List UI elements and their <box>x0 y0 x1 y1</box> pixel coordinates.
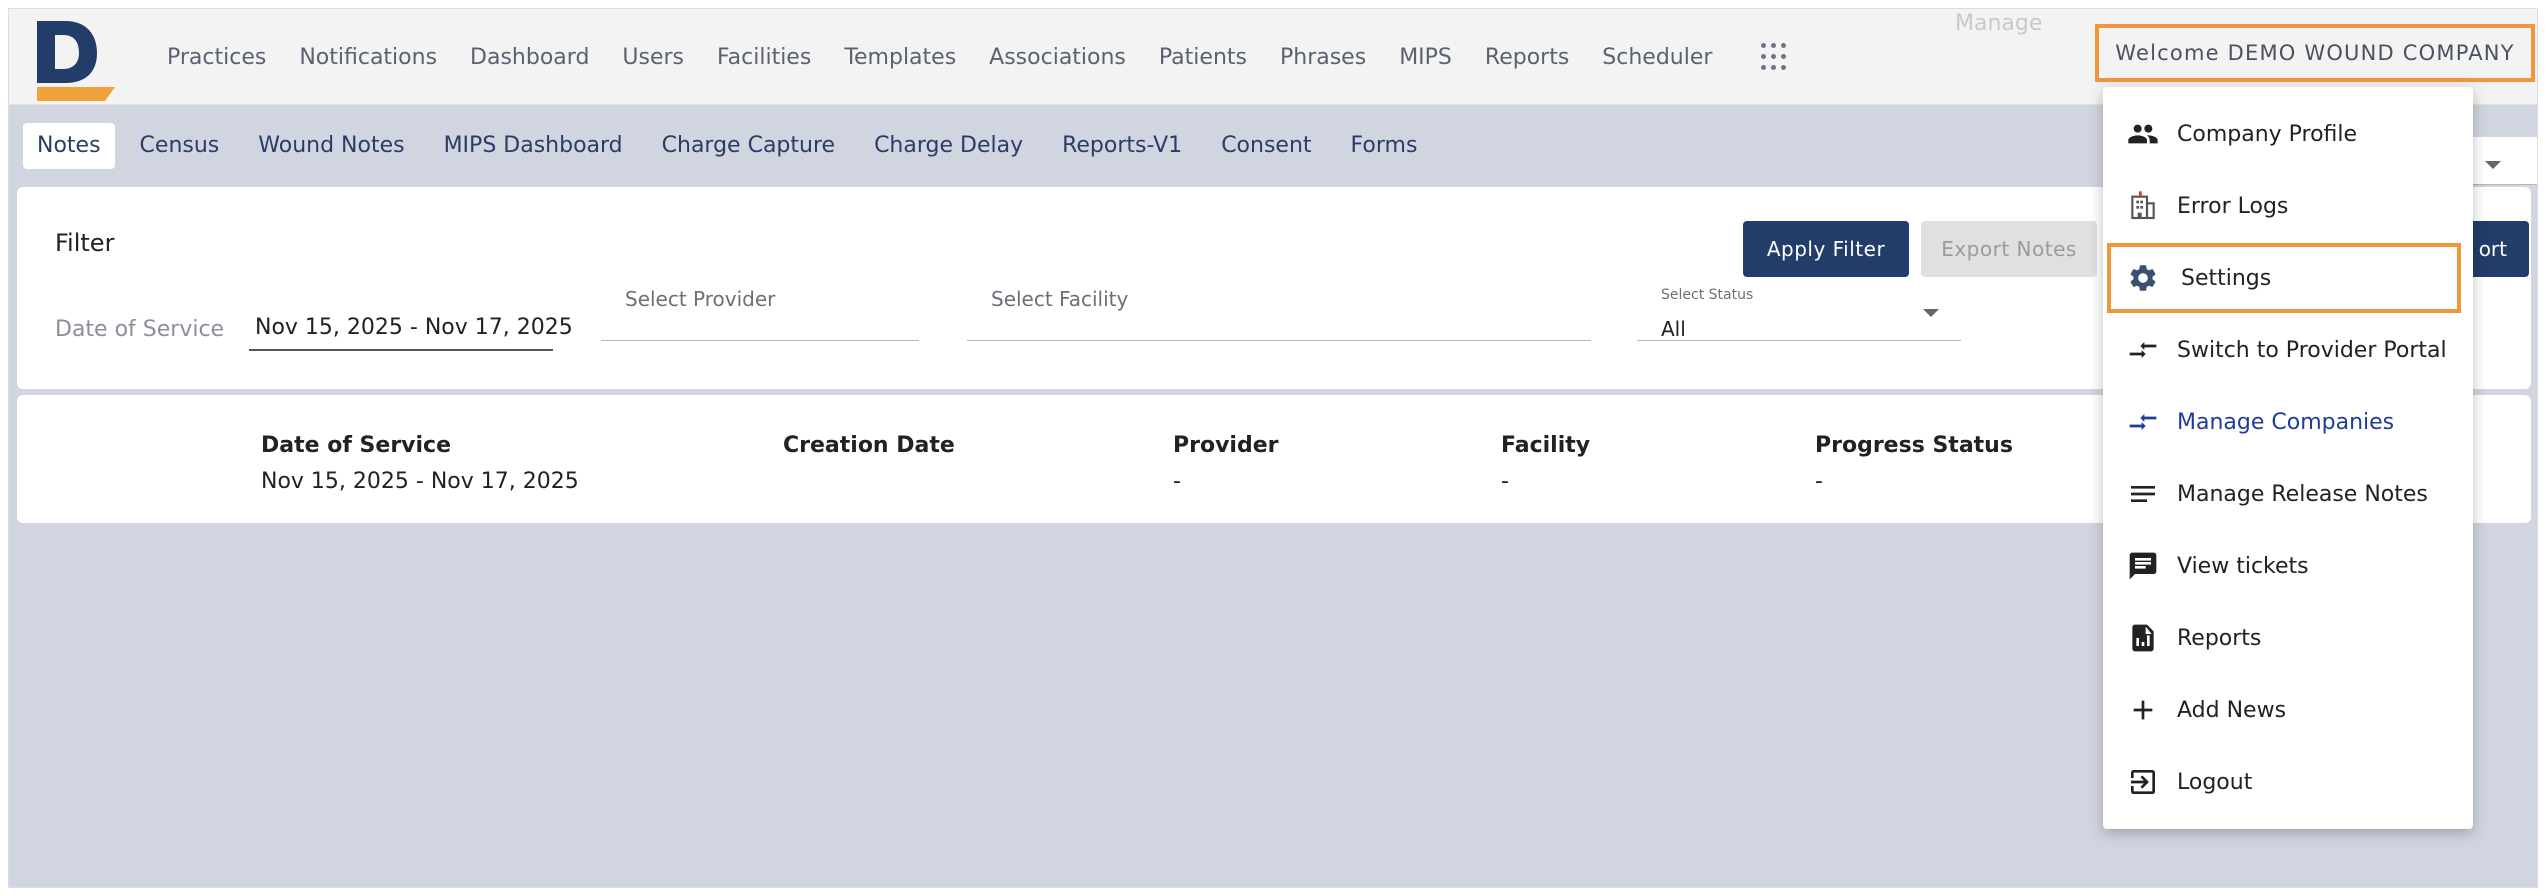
menu-item-reports[interactable]: Reports <box>2103 607 2473 669</box>
menu-item-label: Reports <box>2177 625 2262 651</box>
col-header-facility: Facility <box>1501 433 1591 458</box>
nav-dashboard[interactable]: Dashboard <box>470 45 589 70</box>
cell-date-of-service: Nov 15, 2025 - Nov 17, 2025 <box>261 469 579 494</box>
notes-lines-icon <box>2127 478 2159 510</box>
date-of-service-label: Date of Service <box>55 317 225 342</box>
chat-bubble-icon <box>2127 550 2159 582</box>
report-document-icon <box>2127 622 2159 654</box>
company-logo[interactable] <box>31 21 115 101</box>
people-icon <box>2127 118 2159 150</box>
apps-grid-icon[interactable] <box>1761 43 1789 71</box>
menu-item-label: Settings <box>2181 265 2272 291</box>
tab-notes[interactable]: Notes <box>23 123 115 169</box>
nav-templates[interactable]: Templates <box>844 45 956 70</box>
nav-mips[interactable]: MIPS <box>1399 45 1452 70</box>
col-header-provider: Provider <box>1173 433 1279 458</box>
select-provider-placeholder: Select Provider <box>625 287 776 311</box>
date-of-service-input[interactable]: Nov 15, 2025 - Nov 17, 2025 <box>249 309 573 351</box>
tab-forms[interactable]: Forms <box>1337 123 1432 169</box>
tab-wound-notes[interactable]: Wound Notes <box>244 123 418 169</box>
cell-progress-status: - <box>1815 469 1823 494</box>
menu-item-add-news[interactable]: Add News <box>2103 679 2473 741</box>
nav-reports[interactable]: Reports <box>1485 45 1569 70</box>
chevron-down-icon <box>2485 161 2501 169</box>
background-manage-text: Manage <box>1955 11 2043 36</box>
menu-item-label: Logout <box>2177 769 2253 795</box>
swap-arrows-icon <box>2127 406 2159 438</box>
menu-item-label: Add News <box>2177 697 2287 723</box>
filter-title: Filter <box>55 229 115 257</box>
tab-mips-dashboard[interactable]: MIPS Dashboard <box>430 123 637 169</box>
nav-phrases[interactable]: Phrases <box>1280 45 1366 70</box>
col-header-creation-date: Creation Date <box>783 433 955 458</box>
menu-item-view-tickets[interactable]: View tickets <box>2103 535 2473 597</box>
menu-item-label: Manage Companies <box>2177 409 2395 435</box>
menu-item-company-profile[interactable]: Company Profile <box>2103 103 2473 165</box>
select-status-label: Select Status <box>1661 287 1754 303</box>
menu-item-error-logs[interactable]: Error Logs <box>2103 175 2473 237</box>
menu-item-settings[interactable]: Settings <box>2107 243 2461 313</box>
tab-census[interactable]: Census <box>126 123 234 169</box>
chevron-down-icon <box>1923 309 1939 317</box>
nav-users[interactable]: Users <box>622 45 684 70</box>
menu-item-label: View tickets <box>2177 553 2309 579</box>
select-status-dropdown[interactable]: Select Status All <box>1637 287 1961 341</box>
tab-consent[interactable]: Consent <box>1207 123 1325 169</box>
col-header-progress-status: Progress Status <box>1815 433 2013 458</box>
sub-tabs: Notes Census Wound Notes MIPS Dashboard … <box>23 123 1442 169</box>
apply-filter-button[interactable]: Apply Filter <box>1743 221 1909 277</box>
menu-item-label: Switch to Provider Portal <box>2177 337 2447 363</box>
gear-icon <box>2127 262 2159 294</box>
main-nav: Practices Notifications Dashboard Users … <box>167 9 1745 105</box>
tab-charge-delay[interactable]: Charge Delay <box>860 123 1037 169</box>
nav-scheduler[interactable]: Scheduler <box>1602 45 1712 70</box>
cell-provider: - <box>1173 469 1181 494</box>
cell-facility: - <box>1501 469 1509 494</box>
nav-practices[interactable]: Practices <box>167 45 266 70</box>
menu-item-manage-release-notes[interactable]: Manage Release Notes <box>2103 463 2473 525</box>
swap-arrows-icon <box>2127 334 2159 366</box>
select-status-value: All <box>1661 317 1686 341</box>
tab-charge-capture[interactable]: Charge Capture <box>648 123 849 169</box>
export-notes-button[interactable]: Export Notes <box>1921 221 2097 277</box>
select-facility-input[interactable]: Select Facility <box>967 287 1591 341</box>
menu-item-logout[interactable]: Logout <box>2103 751 2473 813</box>
tab-reports-v1[interactable]: Reports-V1 <box>1048 123 1196 169</box>
user-dropdown-menu: Company Profile Error Logs Settings Swit… <box>2103 87 2473 829</box>
app-frame: Practices Notifications Dashboard Users … <box>8 8 2538 888</box>
nav-notifications[interactable]: Notifications <box>299 45 437 70</box>
building-icon <box>2127 190 2159 222</box>
menu-item-switch-provider-portal[interactable]: Switch to Provider Portal <box>2103 319 2473 381</box>
nav-facilities[interactable]: Facilities <box>717 45 811 70</box>
menu-item-label: Company Profile <box>2177 121 2358 147</box>
nav-associations[interactable]: Associations <box>989 45 1126 70</box>
menu-item-label: Manage Release Notes <box>2177 481 2428 507</box>
select-facility-placeholder: Select Facility <box>991 287 1129 311</box>
select-provider-input[interactable]: Select Provider <box>601 287 919 341</box>
menu-item-manage-companies[interactable]: Manage Companies <box>2103 391 2473 453</box>
plus-icon <box>2127 694 2159 726</box>
date-of-service-value: Nov 15, 2025 - Nov 17, 2025 <box>255 315 573 340</box>
col-header-date-of-service: Date of Service <box>261 433 452 458</box>
menu-item-label: Error Logs <box>2177 193 2289 219</box>
welcome-user-button[interactable]: Welcome DEMO WOUND COMPANY <box>2095 24 2535 82</box>
logout-icon <box>2127 766 2159 798</box>
nav-patients[interactable]: Patients <box>1159 45 1247 70</box>
